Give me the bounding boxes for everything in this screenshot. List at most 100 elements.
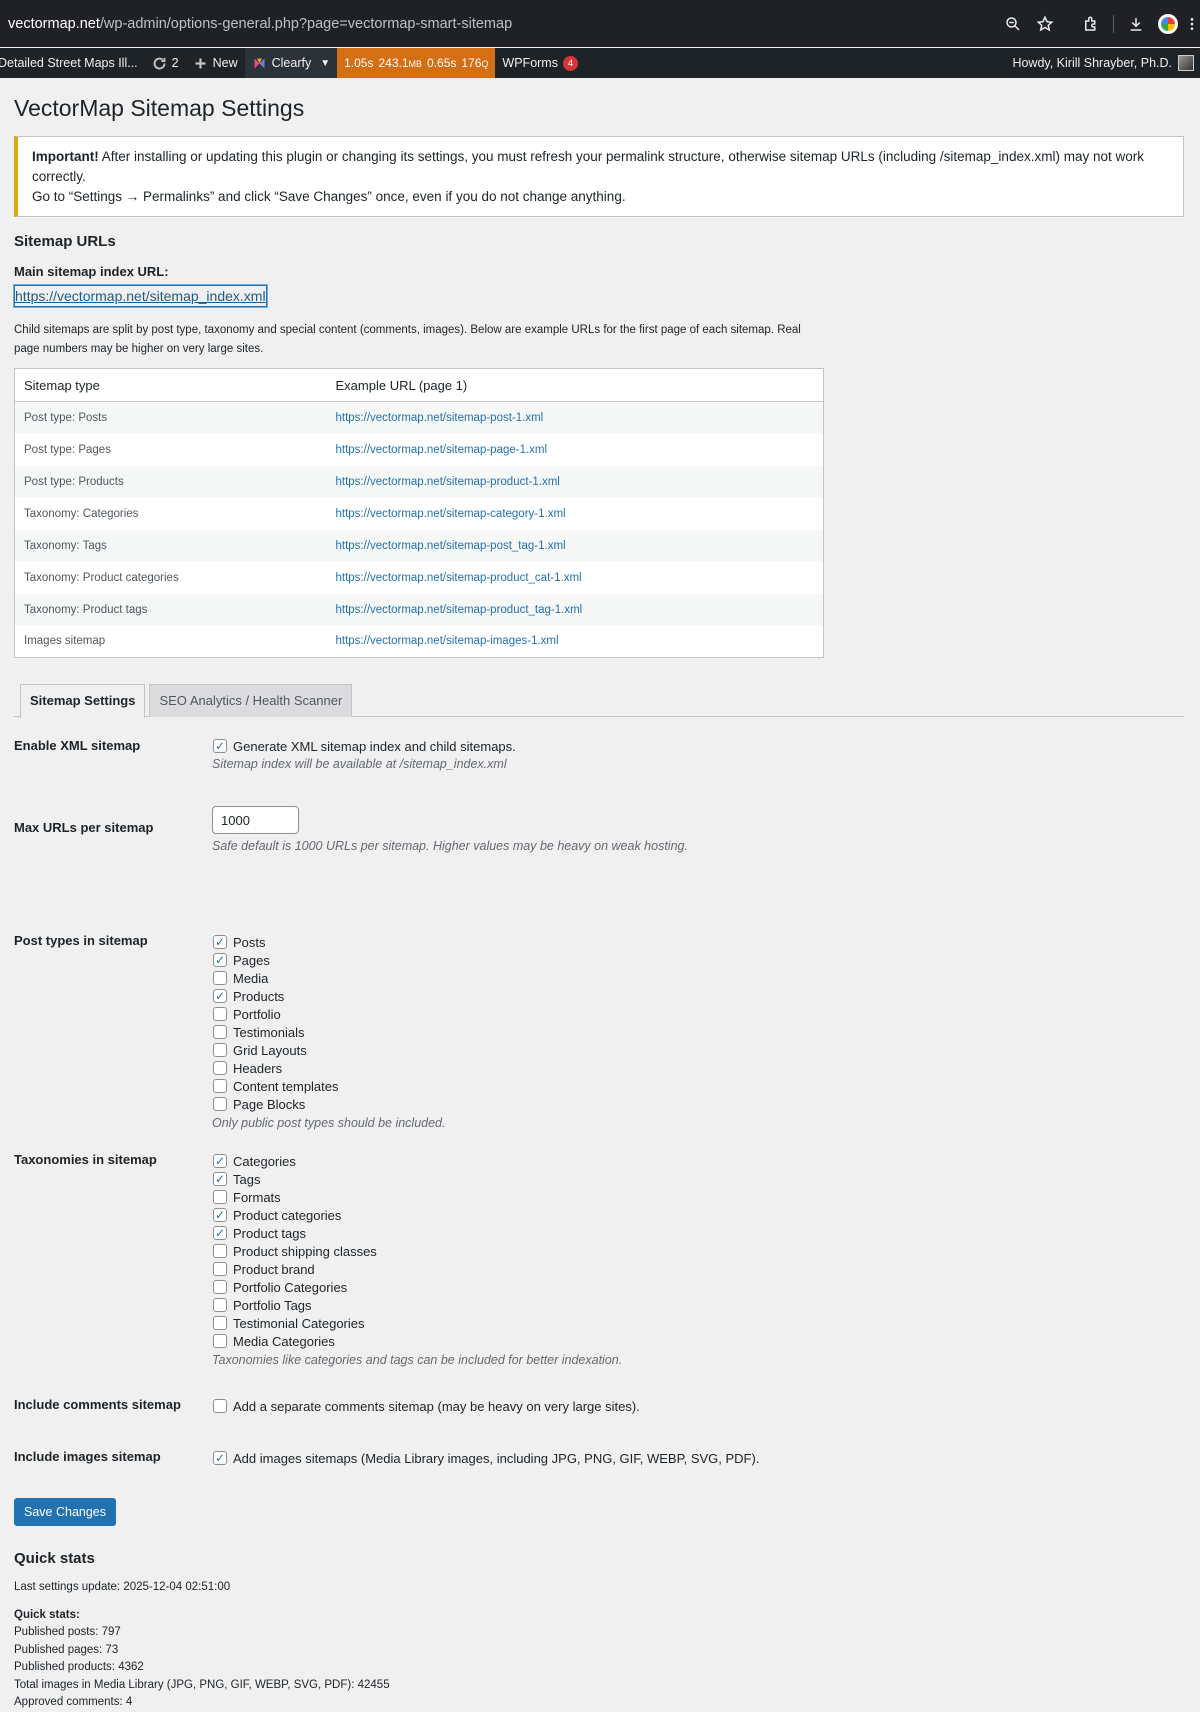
enable-sitemap-checkbox[interactable] — [213, 739, 227, 753]
zoom-icon[interactable] — [997, 8, 1029, 40]
wpforms-menu[interactable]: WPForms 4 — [495, 48, 585, 78]
sitemap-url-link[interactable]: https://vectormap.net/sitemap-post-1.xml — [336, 412, 544, 424]
main-index-url-link[interactable]: https://vectormap.net/sitemap_index.xml — [14, 285, 267, 307]
taxonomy-checkbox[interactable] — [213, 1280, 227, 1294]
tab-seo-analytics[interactable]: SEO Analytics / Health Scanner — [149, 684, 353, 717]
query-monitor-stats[interactable]: 1.05s 243.1MB 0.65s 176Q — [337, 48, 496, 78]
user-avatar[interactable] — [1178, 55, 1194, 71]
sitemap-type-cell: Images sitemap — [24, 635, 106, 648]
table-row: Images sitemap https://vectormap.net/site… — [15, 626, 824, 658]
post-types-help: Only public post types should be include… — [212, 1116, 446, 1130]
taxonomy-label: Product categories — [233, 1207, 342, 1223]
post-type-label: Page Blocks — [233, 1096, 306, 1112]
post-type-label: Pages — [233, 952, 270, 968]
sitemap-url-link[interactable]: https://vectormap.net/sitemap-product-1.… — [336, 476, 560, 488]
profile-avatar[interactable] — [1152, 8, 1184, 40]
post-types-list: Posts Pages Media Products Portfolio Tes… — [212, 933, 445, 1147]
taxonomy-label: Portfolio Categories — [233, 1279, 348, 1295]
taxonomy-label: Portfolio Tags — [233, 1297, 312, 1313]
sitemap-url-link[interactable]: https://vectormap.net/sitemap-images-1.x… — [336, 635, 559, 647]
stat-line: Published products: 4362 — [14, 1661, 144, 1673]
clearfy-menu[interactable]: Clearfy ▼ — [244, 48, 338, 78]
table-row: Post type: Products https://vectormap.net… — [14, 465, 824, 498]
post-type-checkbox[interactable] — [213, 1061, 227, 1075]
taxonomy-label: Testimonial Categories — [233, 1315, 365, 1331]
taxonomy-checkbox[interactable] — [213, 1298, 227, 1312]
address-bar[interactable]: vectormap.net/wp-admin/options-general.p… — [8, 16, 512, 32]
clearfy-icon — [254, 58, 265, 68]
taxonomy-label: Formats — [233, 1189, 281, 1205]
taxonomy-label: Categories — [233, 1153, 296, 1169]
save-changes-button[interactable]: Save Changes — [14, 1498, 117, 1526]
sitemap-url-link[interactable]: https://vectormap.net/sitemap-post_tag-1… — [336, 540, 566, 552]
updates-icon — [153, 57, 166, 69]
sitemap-type-cell: Post type: Posts — [14, 401, 327, 434]
tab-sitemap-settings[interactable]: Sitemap Settings — [20, 684, 146, 718]
taxonomy-checkbox[interactable] — [213, 1190, 227, 1204]
permalink-warning-notice: Important! After installing or updating … — [14, 136, 1184, 217]
post-type-checkbox[interactable] — [213, 935, 227, 949]
sitemap-type-cell: Post type: Products — [14, 465, 327, 498]
browser-toolbar: vectormap.net/wp-admin/options-general.p… — [0, 0, 1200, 47]
taxonomy-checkbox[interactable] — [213, 1316, 227, 1330]
post-type-checkbox[interactable] — [213, 1025, 227, 1039]
taxonomy-checkbox[interactable] — [213, 1226, 227, 1240]
images-sitemap-checkbox[interactable] — [213, 1451, 227, 1465]
sitemap-type-cell: Taxonomy: Product tags — [14, 593, 327, 626]
perf-time: 1.05s — [344, 56, 374, 70]
updates-link[interactable]: 2 — [145, 48, 186, 78]
max-urls-label: Max URLs per sitemap — [14, 820, 154, 835]
post-type-checkbox[interactable] — [213, 1079, 227, 1093]
taxonomy-checkbox[interactable] — [213, 1208, 227, 1222]
bookmark-star-icon[interactable] — [1029, 8, 1061, 40]
site-name-link[interactable]: Detailed Street Maps Ill... — [0, 48, 145, 78]
taxonomy-checkbox[interactable] — [213, 1262, 227, 1276]
taxonomy-checkbox[interactable] — [213, 1244, 227, 1258]
enable-sitemap-text: Generate XML sitemap index and child sit… — [233, 738, 516, 754]
sitemap-url-link[interactable]: https://vectormap.net/sitemap-category-1… — [336, 508, 566, 520]
post-type-label: Headers — [233, 1060, 283, 1076]
sitemap-url-link[interactable]: https://vectormap.net/sitemap-product_ta… — [336, 604, 583, 616]
plus-icon — [195, 58, 206, 68]
taxonomy-checkbox[interactable] — [213, 1154, 227, 1168]
download-icon[interactable] — [1120, 8, 1152, 40]
settings-tabs: Sitemap Settings SEO Analytics / Health S… — [14, 684, 1184, 718]
post-type-checkbox[interactable] — [213, 953, 227, 967]
url-domain: vectormap.net — [8, 15, 100, 32]
post-type-checkbox[interactable] — [213, 1097, 227, 1111]
post-type-label: Portfolio — [233, 1006, 281, 1022]
new-label: New — [212, 56, 238, 70]
quick-stats-heading: Quick stats — [14, 1550, 95, 1567]
post-type-checkbox[interactable] — [213, 971, 227, 985]
taxonomy-label: Product tags — [233, 1225, 306, 1241]
images-sitemap-label: Include images sitemap — [14, 1449, 161, 1464]
wp-admin-bar: Detailed Street Maps Ill... 2 New Clearf… — [0, 48, 1200, 78]
comments-sitemap-checkbox[interactable] — [213, 1399, 227, 1413]
settings-form: Enable XML sitemap Generate XML sitemap … — [14, 725, 1184, 1494]
extensions-icon[interactable] — [1075, 8, 1107, 40]
url-path: /wp-admin/options-general.php?page=vecto… — [99, 15, 513, 32]
settings-page: VectorMap Sitemap Settings Important! Af… — [0, 95, 1200, 1712]
sitemap-url-link[interactable]: https://vectormap.net/sitemap-product_ca… — [336, 572, 582, 584]
taxonomy-label: Product shipping classes — [233, 1243, 377, 1259]
post-type-checkbox[interactable] — [213, 1043, 227, 1057]
taxonomies-label: Taxonomies in sitemap — [14, 1152, 157, 1167]
max-urls-input[interactable]: 1000 — [212, 806, 299, 834]
taxonomy-checkbox[interactable] — [213, 1334, 227, 1348]
last-settings-update: Last settings update: 2025-12-04 02:51:0… — [14, 1581, 231, 1593]
taxonomy-label: Product brand — [233, 1261, 315, 1277]
post-type-label: Grid Layouts — [233, 1042, 307, 1058]
sitemap-type-cell: Post type: Pages — [24, 443, 111, 456]
stat-line: Published pages: 73 — [14, 1643, 119, 1656]
notice-bold-label: Important! — [32, 149, 99, 164]
post-type-checkbox[interactable] — [213, 1007, 227, 1021]
post-type-checkbox[interactable] — [213, 989, 227, 1003]
browser-menu-icon[interactable] — [1184, 8, 1200, 40]
stat-line: Published posts: 797 — [14, 1626, 121, 1638]
taxonomy-checkbox[interactable] — [213, 1172, 227, 1186]
table-row: Post type: Pages https://vectormap.net/si… — [15, 434, 824, 466]
enable-sitemap-help: Sitemap index will be available at /site… — [212, 757, 507, 771]
new-content-link[interactable]: New — [186, 48, 245, 78]
sitemap-url-link[interactable]: https://vectormap.net/sitemap-page-1.xml — [336, 444, 548, 456]
howdy-account-link[interactable]: Howdy, Kirill Shrayber, Ph.D. — [1012, 56, 1172, 70]
